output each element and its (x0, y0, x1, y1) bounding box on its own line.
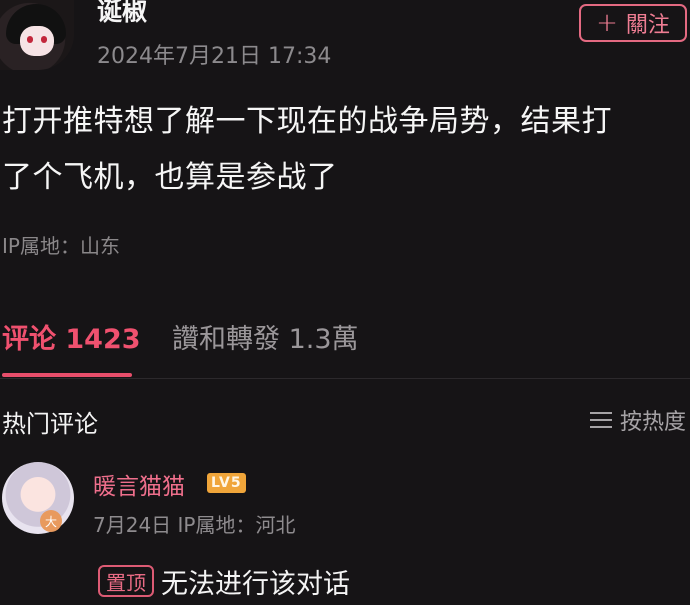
post-text-line: 打开推特想了解一下现在的战争局势，结果打 (2, 104, 612, 139)
author-avatar[interactable] (0, 0, 74, 70)
author-username[interactable]: 诞椒 (97, 0, 147, 28)
plus-icon: + (596, 8, 618, 38)
follow-button[interactable]: + 關注 (579, 4, 687, 42)
post-body: 打开推特想了解一下现在的战争局势，结果打 了个飞机，也算是参战了 (2, 94, 682, 206)
post-text-line: 了个飞机，也算是参战了 (2, 160, 338, 195)
active-tab-indicator (2, 373, 132, 377)
tab-divider (0, 378, 690, 379)
comment-meta: 7月24日 IP属地：河北 (93, 513, 296, 537)
post-timestamp: 2024年7月21日 17:34 (97, 44, 332, 69)
hot-comments-title: 热门评论 (2, 410, 98, 438)
tab-likes-reposts[interactable]: 讚和轉發 1.3萬 (172, 317, 359, 356)
avatar-eye (41, 36, 47, 43)
avatar-badge: 大 (40, 510, 62, 532)
sort-label: 按热度 (620, 410, 687, 435)
commenter-username[interactable]: 暖言猫猫 (93, 467, 185, 501)
sort-by-hot-button[interactable]: 按热度 (590, 404, 686, 436)
avatar-face (20, 26, 54, 56)
follow-label: 關注 (625, 13, 670, 38)
comment-text[interactable]: 无法进行该对话 (161, 562, 350, 601)
pinned-badge: 置顶 (98, 565, 154, 597)
menu-lines-icon (590, 411, 612, 429)
post-ip-location: IP属地：山东 (2, 234, 120, 258)
tab-comments[interactable]: 评论 1423 (2, 317, 141, 356)
avatar-eye (27, 36, 33, 43)
commenter-avatar[interactable]: 大 (2, 462, 74, 534)
level-badge: LV5 (207, 473, 246, 493)
